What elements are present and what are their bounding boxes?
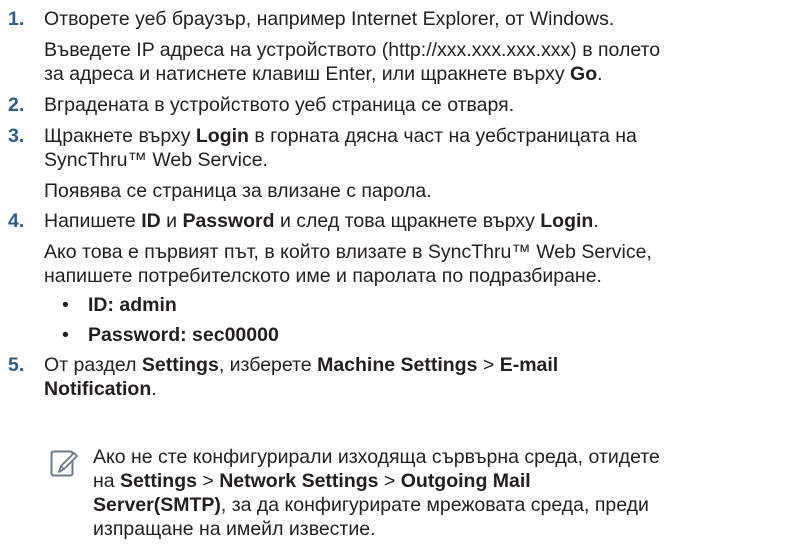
default-id: ID: admin xyxy=(88,294,177,316)
step-3-line-3: Появява се страница за влизане с парола. xyxy=(44,180,432,202)
step-3-text: Щракнете върху xyxy=(44,125,196,147)
step-number: 4. xyxy=(8,210,25,232)
step-1-line-1: Отворете уеб браузър, например Internet … xyxy=(44,8,615,30)
settings-label: Settings xyxy=(120,470,197,492)
outgoing-mail-label: Outgoing Mail xyxy=(400,470,531,492)
step-number: 5. xyxy=(8,354,25,376)
login-label: Login xyxy=(195,125,249,147)
step-5-line-2: Notification. xyxy=(44,377,157,401)
step-2-line-1: Вградената в устройството уеб страница с… xyxy=(44,94,515,116)
note-line-1: Ако не сте конфигурирали изходяща сървър… xyxy=(93,446,660,468)
step-number: 3. xyxy=(8,125,25,147)
login-label: Login xyxy=(540,210,594,232)
machine-settings-label: Machine Settings xyxy=(317,354,478,376)
separator: > xyxy=(477,354,500,376)
go-button-label: Go xyxy=(570,63,598,85)
step-number: 2. xyxy=(8,94,25,116)
step-1-line-3: за адреса и натиснете клавиш Enter, или … xyxy=(44,62,603,86)
settings-label: Settings xyxy=(141,354,219,376)
note-text: на xyxy=(93,470,121,492)
step-3-line-1: Щракнете върху Login в горната дясна час… xyxy=(44,124,637,148)
step-4-text: и след това щракнете върху xyxy=(274,210,541,232)
smtp-server-label: Server(SMTP) xyxy=(93,494,221,516)
period: . xyxy=(597,63,603,85)
step-5-line-1: От раздел Settings, изберете Machine Set… xyxy=(44,353,558,377)
separator: > xyxy=(378,470,401,492)
step-3-line-2: SyncThru™ Web Service. xyxy=(44,149,268,171)
step-4-line-1: Напишете ID и Password и след това щракн… xyxy=(44,209,599,233)
email-label: E-mail xyxy=(499,354,559,376)
note-line-2: на Settings > Network Settings > Outgoin… xyxy=(93,469,531,493)
step-5-text: От раздел xyxy=(44,354,142,376)
step-1-text: за адреса и натиснете клавиш Enter, или … xyxy=(44,63,571,85)
separator: > xyxy=(196,470,220,492)
step-number: 1. xyxy=(8,8,25,30)
step-5-text: , изберете xyxy=(218,354,318,376)
step-4-text: и xyxy=(160,210,183,232)
step-1-line-2: Въведете IP адреса на устройството (http… xyxy=(44,39,661,61)
bullet: • xyxy=(62,294,69,316)
step-4-text: Напишете xyxy=(44,210,142,232)
step-3-text: в горната дясна част на уебстраницата на xyxy=(248,125,637,147)
note-text: , за да конфигурирате мрежовата среда, п… xyxy=(220,494,649,516)
network-settings-label: Network Settings xyxy=(219,470,379,492)
period: . xyxy=(151,378,157,400)
step-4-line-2: Ако това е първият път, в който влизате … xyxy=(44,241,652,263)
note-line-4: изпращане на имейл известие. xyxy=(93,518,376,540)
id-label: ID xyxy=(141,210,161,232)
default-password: Password: sec00000 xyxy=(88,324,279,346)
step-4-line-3: напишете потребителското име и паролата … xyxy=(44,265,602,287)
period: . xyxy=(593,210,599,232)
password-label: Password xyxy=(182,210,275,232)
note-line-3: Server(SMTP), за да конфигурирате мрежов… xyxy=(93,493,649,517)
bullet: • xyxy=(62,324,69,346)
notification-label: Notification xyxy=(44,378,152,400)
note-pencil-icon xyxy=(50,450,78,477)
